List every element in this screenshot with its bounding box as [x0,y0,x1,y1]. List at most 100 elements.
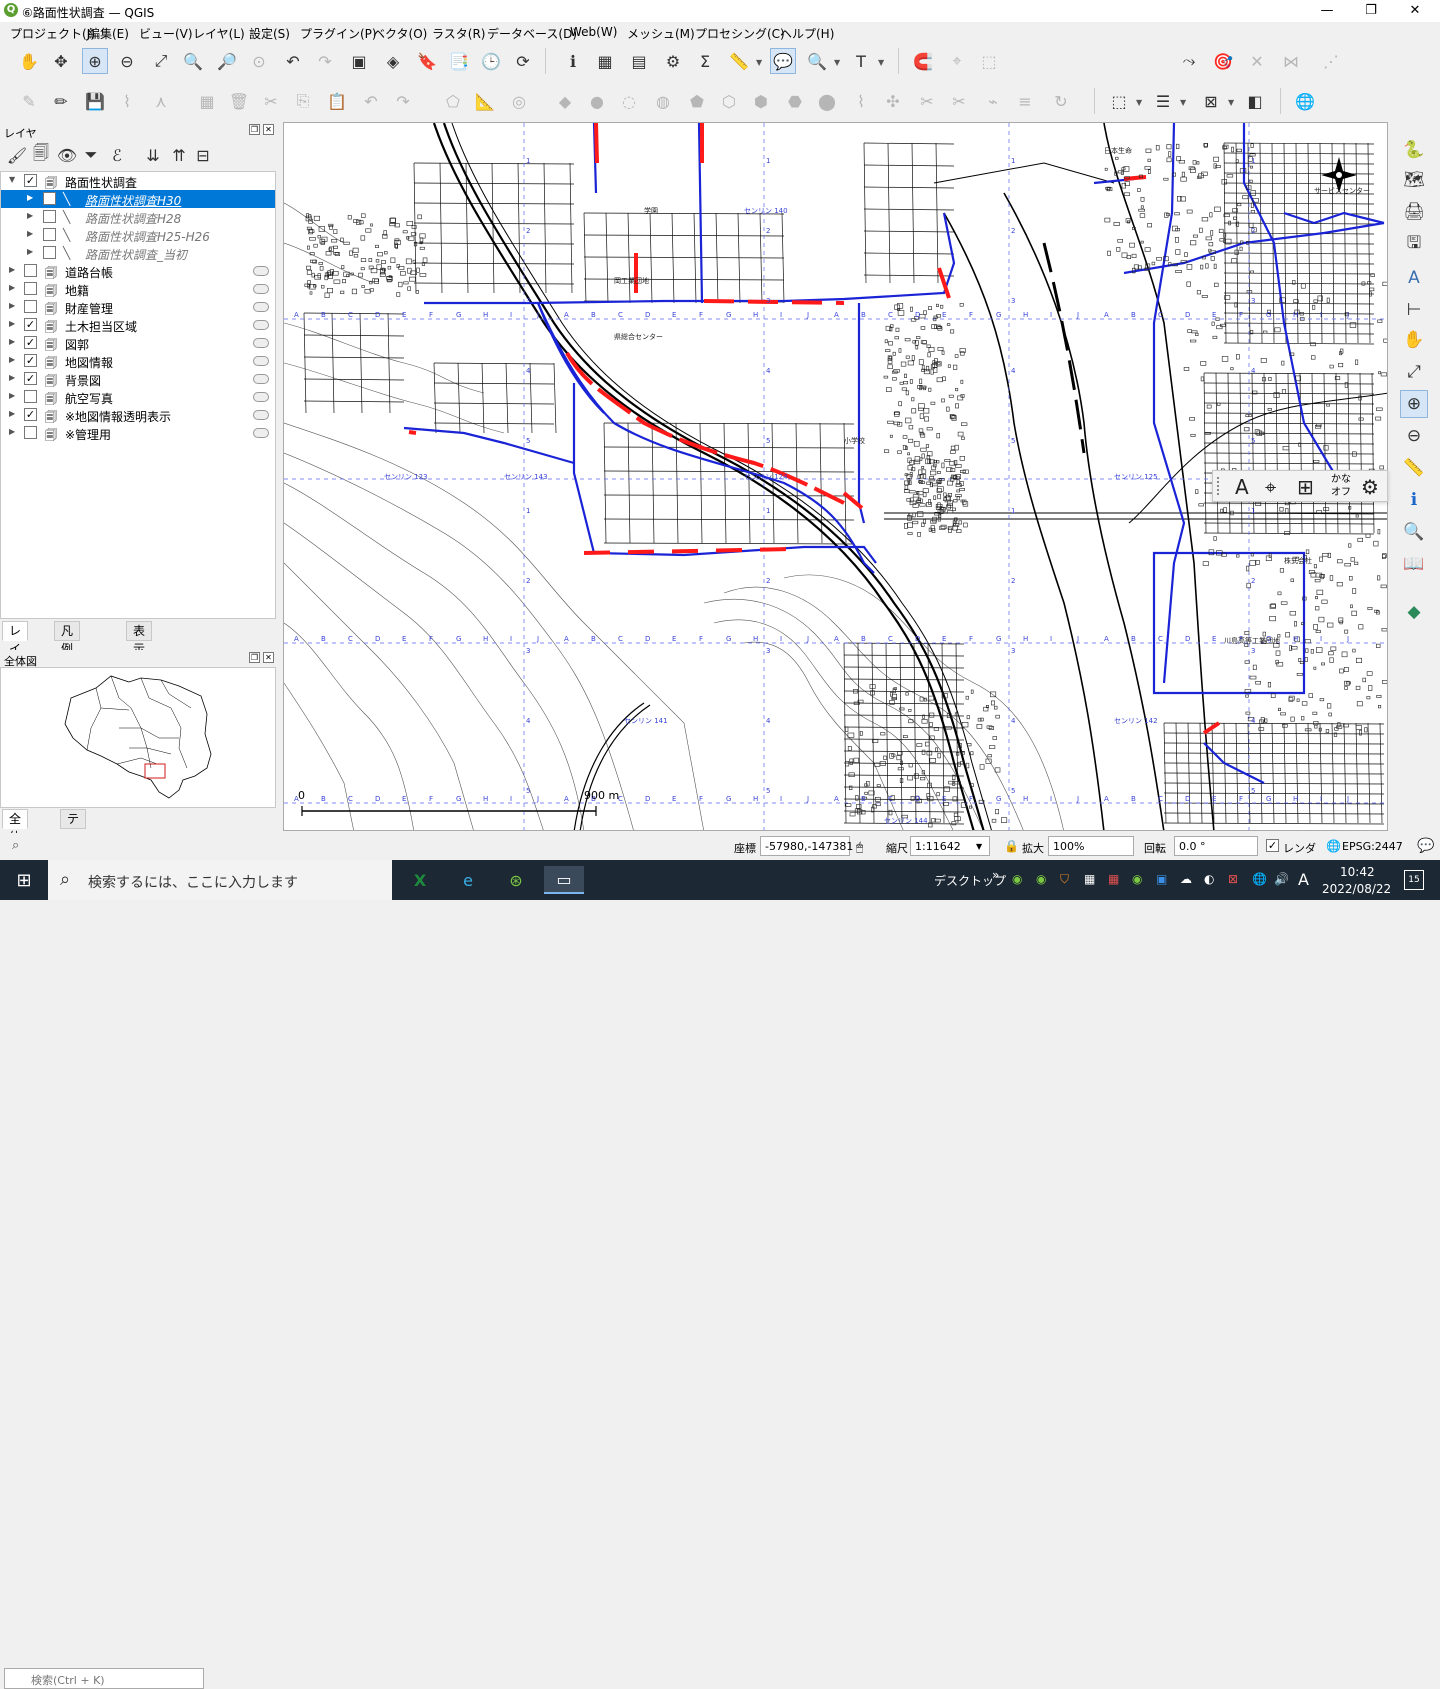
align-icon[interactable]: ≡ [1012,88,1038,114]
expand-arrow-icon[interactable]: ▶ [9,283,15,292]
reverse-line-icon[interactable]: ⌁ [980,88,1006,114]
close-panel-icon[interactable]: ✕ [263,124,274,135]
qgis-taskbar-icon[interactable]: ⊛ [496,866,536,894]
pan-icon[interactable]: ✋ [16,48,42,74]
statistics-icon[interactable]: Σ [692,48,718,74]
visibility-indicator-icon[interactable] [253,338,269,348]
kana-toggle[interactable]: かな オフ [1331,473,1351,499]
magnify-field[interactable]: 100% [1048,836,1134,856]
annotation-dropdown-icon[interactable]: ▼ [834,58,840,67]
avoid-overlap-icon[interactable]: ⋰ [1318,48,1344,74]
tray-app6-icon[interactable]: ▣ [1156,872,1167,886]
zoom-selection-icon[interactable]: 🔍 [180,48,206,74]
expand-arrow-icon[interactable]: ▶ [9,337,15,346]
split-features-icon[interactable]: ⬢ [748,88,774,114]
save-edits-icon[interactable]: 💾 [82,88,108,114]
menu-view[interactable]: ビュー(V) [139,25,193,42]
edge-icon[interactable]: e [448,866,488,894]
layer-checkbox[interactable] [24,264,37,277]
toggle-editing-icon[interactable]: ✏ [48,88,74,114]
expand-arrow-icon[interactable]: ▶ [9,301,15,310]
snapping-icon[interactable]: 🧲 [910,48,936,74]
expand-arrow-icon[interactable]: ▶ [9,373,15,382]
layer-item-h28[interactable]: ▶ ╲ 路面性状調査H28 [1,208,275,226]
tray-app4-icon[interactable]: ▦ [1108,872,1119,886]
layer-checkbox[interactable] [24,282,37,295]
advanced-digitizing-icon[interactable]: 📐 [472,88,498,114]
layer-group-admin[interactable]: ▶ 🗐 ※管理用 [1,424,275,442]
layer-group-property[interactable]: ▶ 🗐 財産管理 [1,298,275,316]
visibility-indicator-icon[interactable] [253,302,269,312]
measure-tool-icon[interactable]: ⊢ [1400,296,1428,324]
render-checkbox[interactable]: ✓ [1266,839,1279,852]
tab-legend[interactable]: 凡例表示 [54,621,81,692]
merge-attributes-icon[interactable]: ⌇ [848,88,874,114]
windows-start-icon[interactable]: ⊞ [4,866,44,894]
text-annotation-icon[interactable]: 🔍 [804,48,830,74]
pan-right-icon[interactable]: ✋ [1400,326,1428,354]
zoom-next-icon[interactable]: ↷ [312,48,338,74]
layer-checkbox[interactable] [24,300,37,313]
identify-features-icon[interactable]: ℹ [560,48,586,74]
attribute-table-icon[interactable]: ▦ [592,48,618,74]
select-location-icon[interactable]: ◧ [1242,88,1268,114]
expand-arrow-icon[interactable]: ▶ [9,319,15,328]
tray-cloud-icon[interactable]: ☁ [1180,872,1192,886]
layer-checkbox[interactable] [24,390,37,403]
tray-security-icon[interactable]: ⛉ [1060,872,1069,887]
tray-app-icon[interactable]: ◉ [1012,872,1022,886]
undo-icon[interactable]: ↶ [358,88,384,114]
text-style-icon[interactable]: A [1235,475,1249,499]
reshape-icon[interactable]: ⬟ [684,88,710,114]
new-3d-view-icon[interactable]: ◈ [380,48,406,74]
layer-group-map-info[interactable]: ▶ ✓ 🗐 地図情報 [1,352,275,370]
layout-manager-icon[interactable]: 🖫 [1400,230,1428,258]
expand-all-icon[interactable]: ⇊ [140,142,166,168]
minimize-button[interactable]: — [1304,0,1350,22]
taskbar-search[interactable]: ⌕ 検索するには、ここに入力します [48,860,392,900]
lock-scale-icon[interactable]: 🔒 [1004,839,1019,853]
select-dropdown-icon[interactable]: ▼ [1136,98,1142,107]
pan-to-selection-icon[interactable]: ✥ [48,48,74,74]
simplify-icon[interactable]: ✂ [914,88,940,114]
close-button[interactable]: ✕ [1392,0,1438,22]
tab-layers[interactable]: レイヤ [2,621,29,674]
print-layout-icon[interactable]: 🖨 [1400,198,1428,226]
layer-checkbox[interactable] [24,426,37,439]
layer-checkbox[interactable]: ✓ [43,192,56,205]
show-bookmarks-icon[interactable]: 📑 [446,48,472,74]
coordinate-field[interactable]: -57980,-147381 [760,836,853,856]
field-calculator-icon[interactable]: ▤ [626,48,652,74]
menu-web[interactable]: Web(W) [570,25,617,39]
globe-plugin-icon[interactable]: 🌐 [1292,88,1318,114]
layer-item-h25-h26[interactable]: ▶ ╲ 路面性状調査H25-H26 [1,226,275,244]
layer-group-road-survey[interactable]: ▼ ✓ 🗐 路面性状調査 [1,172,275,190]
expand-arrow-icon[interactable]: ▶ [27,229,33,238]
enable-tracing-icon[interactable]: ⤳ [1176,48,1202,74]
layer-group-aerial[interactable]: ▶ 🗐 航空写真 [1,388,275,406]
deselect-dropdown-icon[interactable]: ▼ [1228,98,1234,107]
map-tips-icon[interactable]: 💬 [770,48,796,74]
layer-item-initial[interactable]: ▶ ╲ 路面性状調査_当初 [1,244,275,262]
temporal-controller-icon[interactable]: 🕒 [478,48,504,74]
tray-app5-icon[interactable]: ◉ [1132,872,1142,886]
maximize-button[interactable]: ❐ [1348,0,1394,22]
expand-arrow-icon[interactable]: ▶ [27,193,33,202]
layer-checkbox[interactable]: ✓ [24,318,37,331]
extents-toggle-icon[interactable]: 🖱 [856,840,863,855]
volume-icon[interactable]: 🔊 [1274,872,1289,886]
menu-layer[interactable]: レイヤ(L) [193,25,245,42]
layer-group-map-sheet[interactable]: ▶ ✓ 🗐 図郭 [1,334,275,352]
network-icon[interactable]: 🌐 [1252,872,1267,886]
delete-selected-icon[interactable]: 🗑 [226,88,252,114]
layer-group-background[interactable]: ▶ ✓ 🗐 背景図 [1,370,275,388]
ime-mode-indicator[interactable]: A [1298,870,1309,889]
layer-item-h30[interactable]: ▶ ✓ ╲ 路面性状調査H30 [1,190,275,208]
layer-checkbox[interactable] [43,228,56,241]
float-panel-icon[interactable]: ❐ [249,652,260,663]
text-dropdown-icon[interactable]: ▼ [878,58,884,67]
cut-features-icon[interactable]: ✂ [258,88,284,114]
toolbar-expand-icon[interactable]: » [992,868,999,882]
layer-checkbox[interactable]: ✓ [24,336,37,349]
menu-vector[interactable]: ベクタ(O) [373,25,427,42]
